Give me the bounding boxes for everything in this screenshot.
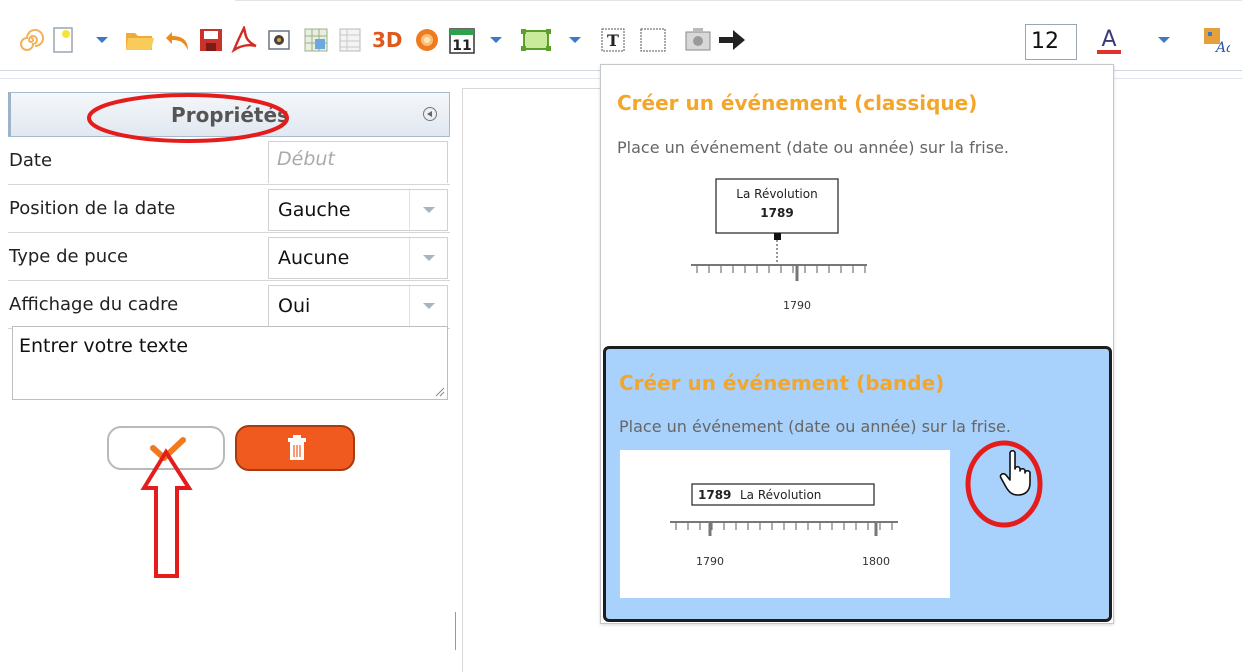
- preview-axis-label: 1790: [696, 555, 724, 568]
- splitter-handle[interactable]: [455, 612, 456, 650]
- option-band-description: Place un événement (date ou année) sur l…: [619, 417, 1011, 436]
- date-input[interactable]: Début: [268, 141, 448, 183]
- option-band-title: Créer un événement (bande): [619, 371, 945, 395]
- frame-icon[interactable]: [520, 24, 552, 56]
- frame-display-value: Oui: [278, 295, 311, 317]
- pdf-icon[interactable]: [230, 24, 260, 56]
- date-position-row: Position de la date Gauche: [0, 185, 452, 233]
- preview-event-title: La Révolution: [736, 187, 817, 201]
- chevron-down-icon[interactable]: [409, 286, 447, 326]
- chevron-down-icon[interactable]: [1156, 24, 1172, 56]
- new-page-icon[interactable]: [52, 24, 74, 56]
- preview-event-year: 1789: [760, 206, 793, 220]
- toolbar-top-border: [235, 0, 1242, 1]
- date-position-value: Gauche: [278, 199, 351, 221]
- image-export-icon[interactable]: [267, 24, 291, 56]
- grid-icon[interactable]: [303, 24, 329, 56]
- rectangle-tool-icon[interactable]: [638, 24, 668, 56]
- chevron-down-icon[interactable]: [409, 238, 447, 278]
- properties-header: Propriétés: [8, 92, 450, 137]
- panel-title: Propriétés: [171, 103, 289, 127]
- date-placeholder: Début: [277, 148, 335, 170]
- chevron-down-icon[interactable]: [94, 24, 110, 56]
- camera-icon[interactable]: [683, 24, 713, 56]
- open-folder-icon[interactable]: [124, 24, 156, 56]
- text-tool-glyph: T: [607, 31, 619, 50]
- trash-icon: [288, 435, 306, 460]
- calendar-icon[interactable]: 11: [448, 24, 476, 56]
- chevron-down-icon[interactable]: [409, 190, 447, 230]
- globe-icon[interactable]: [413, 24, 441, 56]
- event-text-value: Entrer votre texte: [19, 335, 189, 357]
- option-classic-title: Créer un événement (classique): [617, 91, 978, 115]
- resize-grip-icon[interactable]: [433, 385, 445, 397]
- date-row: Date Début: [0, 137, 452, 185]
- text-style-icon[interactable]: Aa: [1202, 24, 1230, 56]
- save-icon[interactable]: [198, 24, 224, 56]
- text-tool-icon[interactable]: T: [599, 24, 627, 56]
- canvas-border: [462, 88, 602, 89]
- option-classic-description: Place un événement (date ou année) sur l…: [617, 138, 1009, 157]
- hand-cursor-icon: [999, 449, 1031, 496]
- table-icon[interactable]: [338, 24, 362, 56]
- bullet-type-value: Aucune: [278, 247, 350, 269]
- frame-display-row: Affichage du cadre Oui: [0, 281, 452, 329]
- classic-event-preview: La Révolution 1789 1790: [691, 178, 867, 312]
- svg-text:Aa: Aa: [1214, 40, 1230, 54]
- date-label: Date: [9, 150, 53, 171]
- bullet-type-row: Type de puce Aucune: [0, 233, 452, 281]
- preview-band-title: La Révolution: [740, 488, 821, 502]
- font-size-input[interactable]: 12: [1025, 24, 1077, 60]
- frame-display-select[interactable]: Oui: [268, 285, 448, 327]
- arrow-right-icon[interactable]: [717, 24, 747, 56]
- spiral-icon[interactable]: [18, 24, 44, 56]
- chevron-down-icon[interactable]: [488, 24, 504, 56]
- canvas-border: [462, 88, 463, 672]
- preview-axis-label: 1800: [862, 555, 890, 568]
- checkmark-icon: [150, 437, 186, 461]
- font-color-icon[interactable]: A: [1094, 24, 1124, 56]
- frame-display-label: Affichage du cadre: [9, 294, 179, 315]
- font-color-glyph: A: [1101, 27, 1116, 52]
- preview-band-year: 1789: [698, 488, 731, 502]
- option-classic-event[interactable]: Créer un événement (classique) Place un …: [601, 65, 1113, 345]
- band-event-preview: 1789 La Révolution 1790 1800: [620, 450, 950, 598]
- date-position-label: Position de la date: [9, 198, 176, 219]
- preview-axis-label: 1790: [783, 299, 811, 312]
- chevron-down-icon[interactable]: [567, 24, 583, 56]
- event-type-dropdown: Créer un événement (classique) Place un …: [600, 64, 1114, 624]
- event-text-input[interactable]: Entrer votre texte: [12, 326, 448, 400]
- validate-button[interactable]: [107, 426, 225, 470]
- option-band-event[interactable]: Créer un événement (bande) Place un évén…: [603, 346, 1112, 622]
- 3d-label[interactable]: 3D: [372, 24, 403, 56]
- collapse-icon[interactable]: [423, 107, 437, 121]
- delete-button[interactable]: [235, 425, 355, 471]
- bullet-type-select[interactable]: Aucune: [268, 237, 448, 279]
- 3d-text: 3D: [372, 28, 403, 52]
- calendar-day-number: 11: [452, 38, 471, 54]
- date-position-select[interactable]: Gauche: [268, 189, 448, 231]
- bullet-type-label: Type de puce: [9, 246, 129, 267]
- undo-icon[interactable]: [164, 24, 192, 56]
